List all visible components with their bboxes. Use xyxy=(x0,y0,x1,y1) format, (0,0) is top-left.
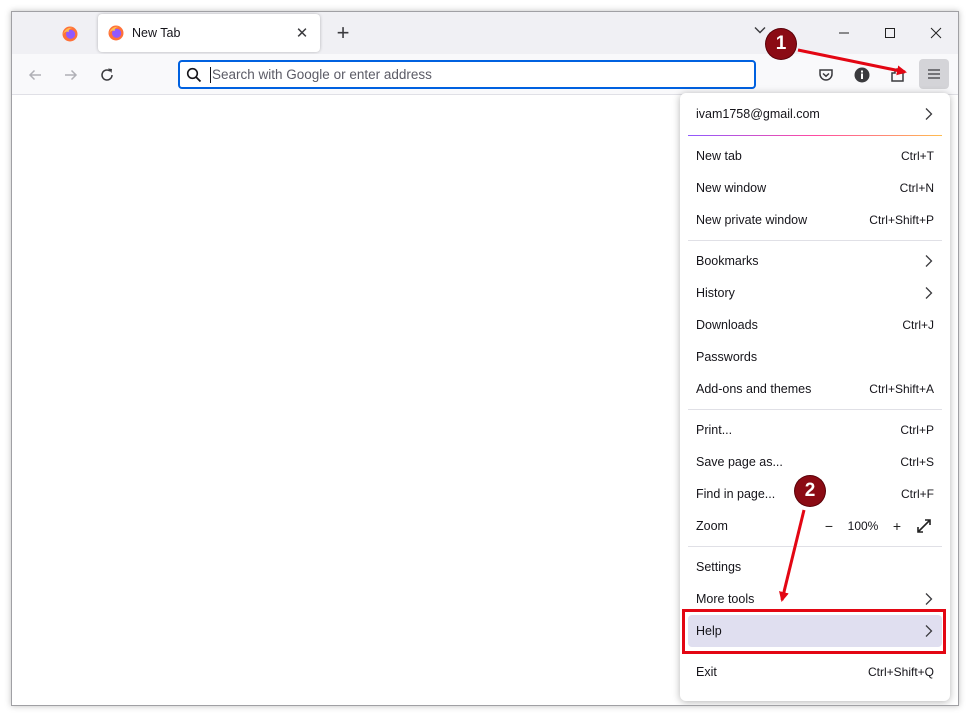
extensions-button[interactable] xyxy=(885,62,911,88)
menu-item-shortcut: Ctrl+J xyxy=(902,318,934,332)
menu-item-label: New window xyxy=(696,181,767,195)
back-button[interactable] xyxy=(21,61,49,89)
zoom-in-button[interactable]: + xyxy=(888,517,906,535)
address-bar[interactable] xyxy=(178,60,756,89)
fullscreen-button[interactable] xyxy=(914,517,934,535)
reload-icon xyxy=(101,68,113,81)
tab-close-icon[interactable]: ✕ xyxy=(294,24,310,42)
chevron-down-icon xyxy=(754,27,766,34)
menu-item-exit[interactable]: Exit Ctrl+Shift+Q xyxy=(688,656,942,688)
zoom-out-button[interactable]: − xyxy=(820,517,838,535)
chevron-right-icon xyxy=(925,255,933,267)
close-icon xyxy=(930,27,942,39)
menu-item-label: Passwords xyxy=(696,350,758,364)
chevron-right-icon xyxy=(925,593,933,605)
fullscreen-icon xyxy=(917,519,931,533)
reload-button[interactable] xyxy=(93,61,121,89)
close-window-button[interactable] xyxy=(914,18,958,48)
hamburger-menu-icon xyxy=(928,69,940,79)
chevron-right-icon xyxy=(925,107,933,120)
forward-button[interactable] xyxy=(57,61,85,89)
menu-item-shortcut: Ctrl+Shift+A xyxy=(869,382,934,396)
firefox-logo-icon xyxy=(62,26,78,42)
menu-item-shortcut: Ctrl+Shift+Q xyxy=(867,665,934,679)
menu-item-bookmarks[interactable]: Bookmarks xyxy=(688,245,942,277)
menu-item-settings[interactable]: Settings xyxy=(688,551,942,583)
minimize-icon xyxy=(839,32,849,34)
menu-item-label: New private window xyxy=(696,213,808,227)
account-item[interactable]: ivam1758@gmail.com xyxy=(688,93,942,135)
menu-item-shortcut: Ctrl+T xyxy=(901,149,934,163)
extensions-icon xyxy=(891,68,904,82)
menu-item-shortcut: Ctrl+F xyxy=(901,487,934,501)
menu-item-label: Bookmarks xyxy=(696,254,759,268)
menu-item-label: Zoom xyxy=(696,519,728,533)
maximize-icon xyxy=(885,28,895,38)
menu-item-passwords[interactable]: Passwords xyxy=(688,341,942,373)
menu-item-label: Exit xyxy=(696,665,717,679)
nav-bar xyxy=(12,54,958,95)
extension-button[interactable] xyxy=(849,62,875,88)
menu-item-label: Downloads xyxy=(696,318,758,332)
minimize-button[interactable] xyxy=(822,18,866,48)
menu-item-shortcut: Ctrl+Shift+P xyxy=(869,213,934,227)
pinned-tab[interactable] xyxy=(50,20,90,48)
menu-item-new-tab[interactable]: New tab Ctrl+T xyxy=(688,140,942,172)
open-menu-button[interactable] xyxy=(919,59,949,89)
browser-window: New Tab ✕ + Search with Google or enter … xyxy=(11,11,959,706)
zoom-controls: − 100% + xyxy=(820,517,934,535)
maximize-button[interactable] xyxy=(868,18,912,48)
menu-item-print[interactable]: Print... Ctrl+P xyxy=(688,414,942,446)
menu-item-label: History xyxy=(696,286,735,300)
new-tab-button[interactable]: + xyxy=(330,20,356,46)
menu-item-label: New tab xyxy=(696,149,742,163)
menu-item-downloads[interactable]: Downloads Ctrl+J xyxy=(688,309,942,341)
help-highlight-box xyxy=(682,609,946,654)
tab-strip: New Tab ✕ + xyxy=(12,12,958,54)
menu-item-save-page[interactable]: Save page as... Ctrl+S xyxy=(688,446,942,478)
menu-item-label: Print... xyxy=(696,423,733,437)
account-email: ivam1758@gmail.com xyxy=(696,106,820,121)
menu-item-shortcut: Ctrl+N xyxy=(899,181,934,195)
menu-separator xyxy=(688,409,942,410)
tab-title: New Tab xyxy=(132,26,181,40)
menu-separator xyxy=(688,546,942,547)
pocket-button[interactable] xyxy=(813,62,839,88)
menu-item-label: Settings xyxy=(696,560,742,574)
menu-item-label: More tools xyxy=(696,592,755,606)
pocket-icon xyxy=(819,69,833,81)
menu-separator xyxy=(688,240,942,241)
step-badge-1: 1 xyxy=(766,29,796,59)
account-divider xyxy=(688,135,942,136)
chevron-right-icon xyxy=(925,287,933,299)
tab-new-tab[interactable]: New Tab ✕ xyxy=(98,14,320,52)
back-arrow-icon xyxy=(28,69,41,81)
menu-item-addons-themes[interactable]: Add-ons and themes Ctrl+Shift+A xyxy=(688,373,942,405)
zoom-reset-button[interactable]: 100% xyxy=(838,519,888,533)
menu-item-label: Add-ons and themes xyxy=(696,382,812,396)
address-input[interactable] xyxy=(210,66,754,83)
menu-item-new-private-window[interactable]: New private window Ctrl+Shift+P xyxy=(688,204,942,236)
forward-arrow-icon xyxy=(65,69,78,81)
menu-item-history[interactable]: History xyxy=(688,277,942,309)
menu-item-new-window[interactable]: New window Ctrl+N xyxy=(688,172,942,204)
menu-item-label: Save page as... xyxy=(696,455,783,469)
step-badge-2: 2 xyxy=(795,476,825,506)
info-icon xyxy=(854,67,870,83)
menu-item-zoom: Zoom − 100% + xyxy=(688,510,942,542)
menu-item-shortcut: Ctrl+S xyxy=(900,455,934,469)
search-icon xyxy=(186,67,202,82)
menu-item-shortcut: Ctrl+P xyxy=(900,423,934,437)
firefox-logo-icon xyxy=(108,25,124,41)
